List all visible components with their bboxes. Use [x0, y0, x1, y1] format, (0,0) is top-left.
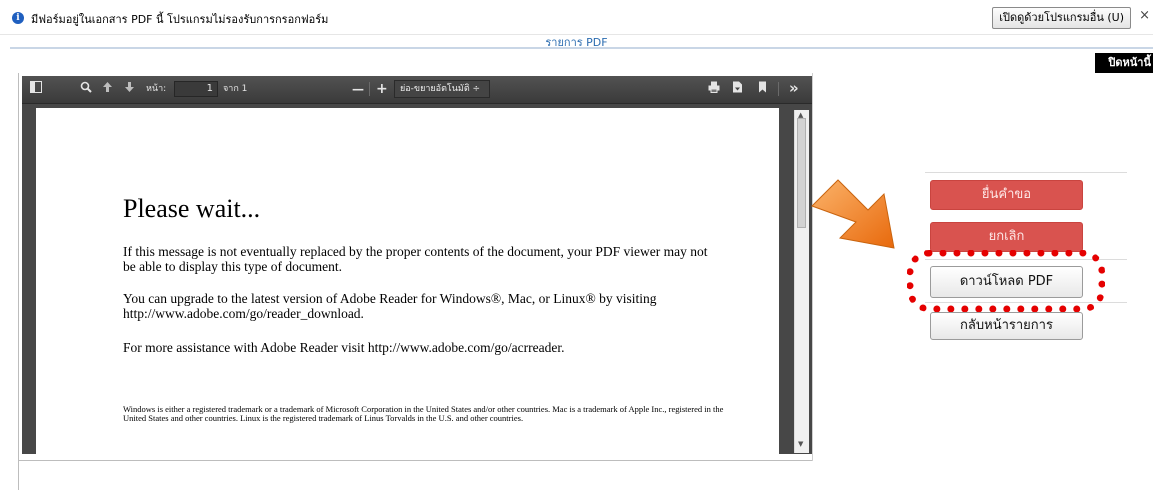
sidebar-toggle-icon[interactable]	[30, 81, 42, 97]
document-paragraph: For more assistance with Adobe Reader vi…	[123, 340, 565, 355]
page-total: จาก 1	[223, 84, 248, 94]
pdf-infobar: i มีฟอร์มอยู่ในเอกสาร PDF นี้ โปรแกรมไม่…	[0, 0, 1153, 35]
document-fineprint: Windows is either a registered trademark…	[123, 404, 724, 423]
document-heading: Please wait...	[123, 194, 261, 223]
info-icon: i	[12, 12, 24, 24]
previous-page-icon[interactable]	[102, 81, 113, 97]
print-icon[interactable]	[708, 81, 720, 97]
pdf-toolbar: หน้า: 1 จาก 1 — + ย่อ-ขยายอัตโนมัติ ÷ »	[22, 76, 812, 104]
bookmark-icon[interactable]	[758, 81, 767, 97]
submit-request-button[interactable]: ยื่นคำขอ	[930, 180, 1083, 210]
document-paragraph: You can upgrade to the latest version of…	[123, 291, 657, 321]
zoom-select[interactable]: ย่อ-ขยายอัตโนมัติ ÷	[394, 80, 490, 98]
cancel-button[interactable]: ยกเลิก	[930, 222, 1083, 252]
back-to-list-button[interactable]: กลับหน้ารายการ	[930, 312, 1083, 340]
close-page-button[interactable]: ปิดหน้านี้	[1095, 53, 1153, 73]
pdf-viewer: หน้า: 1 จาก 1 — + ย่อ-ขยายอัตโนมัติ ÷ » …	[22, 76, 812, 454]
panel-divider	[925, 172, 1127, 173]
download-icon[interactable]	[732, 81, 743, 97]
zoom-in-button[interactable]: +	[376, 81, 388, 97]
infobar-message: มีฟอร์มอยู่ในเอกสาร PDF นี้ โปรแกรมไม่รอ…	[31, 13, 329, 26]
download-highlight-marker	[907, 250, 1105, 312]
pointer-arrow-icon	[811, 179, 895, 249]
open-with-other-app-button[interactable]: เปิดดูด้วยโปรแกรมอื่น (U)	[992, 7, 1131, 29]
page-number-input[interactable]: 1	[174, 81, 218, 97]
scroll-down-icon[interactable]: ▼	[798, 440, 803, 448]
viewer-frame-right	[812, 73, 813, 461]
close-infobar-icon[interactable]: ×	[1139, 8, 1150, 23]
toolbar-separator	[778, 82, 779, 96]
viewer-scrollbar[interactable]: ▲ ▼	[794, 110, 809, 453]
search-icon[interactable]	[80, 81, 92, 97]
more-tools-button[interactable]: »	[789, 81, 799, 96]
page-label: หน้า:	[146, 84, 167, 94]
title-divider	[10, 47, 1153, 49]
pdf-page: Please wait... If this message is not ev…	[36, 108, 779, 454]
content-frame-bottom	[18, 460, 812, 461]
document-paragraph: If this message is not eventually replac…	[123, 244, 708, 274]
next-page-icon[interactable]	[124, 81, 135, 97]
scroll-thumb[interactable]	[797, 118, 806, 228]
toolbar-separator	[369, 82, 370, 96]
content-frame-left	[18, 73, 19, 490]
zoom-out-button[interactable]: —	[352, 81, 364, 97]
